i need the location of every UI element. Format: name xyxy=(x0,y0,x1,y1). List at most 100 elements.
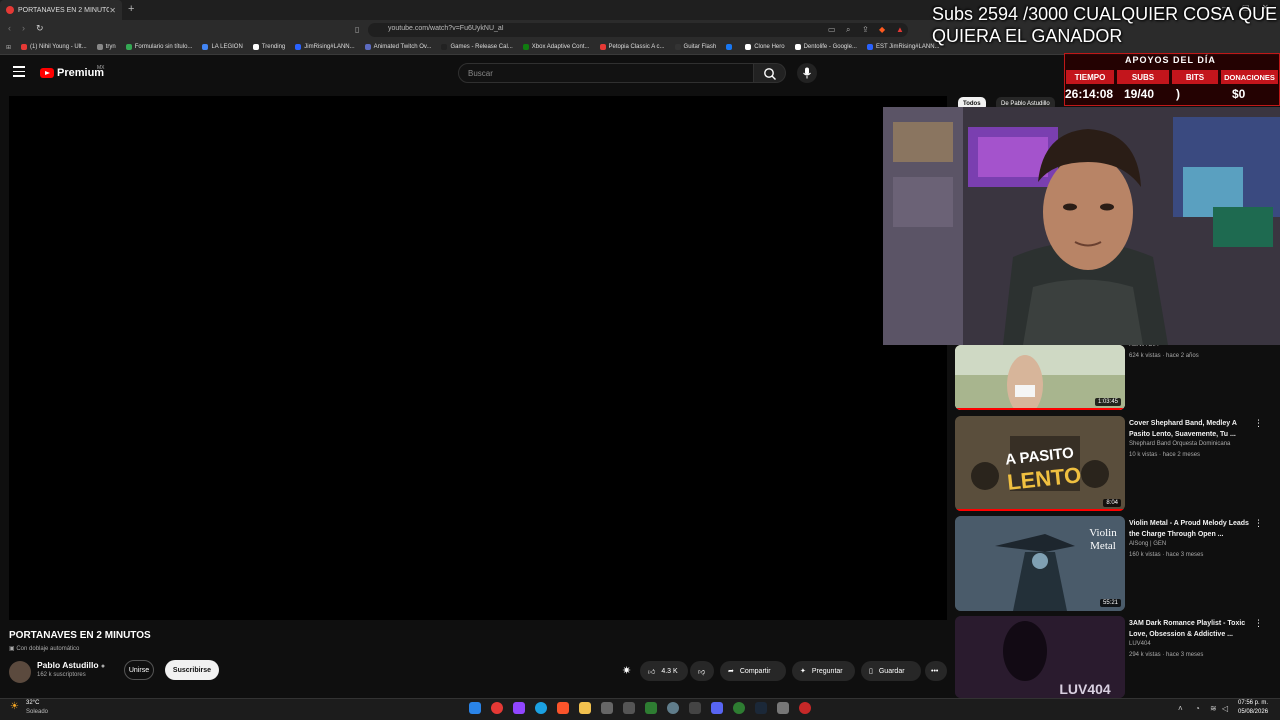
media-player-icon[interactable] xyxy=(689,702,701,714)
bookmark-item[interactable]: Formulario sin título... xyxy=(125,44,193,50)
app-icon-8[interactable] xyxy=(799,702,811,714)
bookmark-item[interactable]: JimRising#LANN... xyxy=(295,44,355,50)
steam-icon[interactable] xyxy=(755,702,767,714)
windows-taskbar xyxy=(0,698,1280,720)
twitch-icon[interactable] xyxy=(513,702,525,714)
country-code: MX xyxy=(97,65,105,71)
bookmark-item[interactable]: Xbox Adaptive Cont... xyxy=(522,44,590,50)
app-icon-3[interactable] xyxy=(623,702,635,714)
app-icon-1[interactable] xyxy=(491,702,503,714)
youtube-logo-icon[interactable] xyxy=(40,68,54,78)
forward-icon[interactable]: › xyxy=(22,23,25,33)
bookmark-item[interactable]: EST JimRising#LANN... xyxy=(866,44,940,50)
bookmark-item[interactable]: Games - Release Cal... xyxy=(441,44,513,50)
bookmark-item[interactable]: Clone Hero xyxy=(745,44,785,50)
bookmark-item[interactable]: Trending xyxy=(252,44,285,50)
address-bar[interactable]: youtube.com/watch?v=Fu6UykNU_aI xyxy=(368,23,908,37)
discord-icon[interactable] xyxy=(711,702,723,714)
app-icon-7[interactable] xyxy=(777,702,789,714)
video-duration: 8:04 xyxy=(1103,499,1121,507)
apps-grid-icon[interactable]: ⊞ xyxy=(6,44,11,51)
bookmark-label: Petopia Classic A c... xyxy=(608,44,665,50)
tray-icon-1[interactable]: ◔ xyxy=(1195,704,1200,713)
more-vertical-icon[interactable]: ⋮ xyxy=(1254,618,1263,629)
related-channel[interactable]: Shephard Band Orquesta Dominicana xyxy=(1129,441,1230,447)
cast-icon[interactable]: ▭ xyxy=(828,25,836,34)
bookmark-item[interactable]: Petopia Classic A c... xyxy=(599,44,665,50)
bookmark-item[interactable]: Animated Twitch Ov... xyxy=(364,44,431,50)
app-icon-4[interactable] xyxy=(645,702,657,714)
brave-icon[interactable] xyxy=(557,702,569,714)
search-button[interactable] xyxy=(754,63,786,83)
ask-button[interactable]: ✦ Preguntar xyxy=(792,661,855,681)
app-icon-2[interactable] xyxy=(601,702,613,714)
search-placeholder: Buscar xyxy=(468,69,493,78)
bookmark-item[interactable]: LA LEGION xyxy=(202,44,243,50)
dislike-button[interactable]: 👎︎ xyxy=(690,661,714,681)
app-icon-6[interactable] xyxy=(733,702,745,714)
subscribe-button[interactable]: Suscribirse xyxy=(165,660,219,680)
verified-icon: ● xyxy=(100,663,106,670)
bookmark-label: Games - Release Cal... xyxy=(450,44,513,50)
more-vertical-icon[interactable]: ⋮ xyxy=(1254,418,1263,429)
related-meta: 624 k vistas · hace 2 años xyxy=(1129,353,1199,359)
like-button[interactable]: 👍︎ 4.3 K xyxy=(640,661,688,681)
subscriber-count: 162 k suscriptores xyxy=(37,672,86,678)
clock-time[interactable]: 07:56 p. m. xyxy=(1238,700,1268,706)
menu-icon[interactable] xyxy=(13,66,25,80)
bookmark-item[interactable]: (1) Nihil Young - Ult... xyxy=(21,44,87,50)
channel-name[interactable]: Pablo Astudillo ● xyxy=(37,660,105,670)
edge-icon[interactable] xyxy=(535,702,547,714)
bookmark-item[interactable] xyxy=(726,44,735,50)
more-actions-button[interactable]: ••• xyxy=(925,661,947,681)
windows-start-icon[interactable] xyxy=(469,702,481,714)
search-input[interactable]: Buscar xyxy=(458,63,754,83)
join-button[interactable]: Unirse xyxy=(124,660,154,680)
save-button[interactable]: ▯ Guardar xyxy=(861,661,921,681)
wifi-icon[interactable]: ≋ xyxy=(1210,704,1217,713)
clock-date: 05/08/2026 xyxy=(1238,709,1269,715)
browser-tab[interactable]: PORTANAVES EN 2 MINUTOS ✕ xyxy=(0,0,122,20)
related-title[interactable]: Violin Metal - A Proud Melody Leads the … xyxy=(1129,518,1249,540)
video-duration: 1:03:45 xyxy=(1094,398,1121,406)
more-vertical-icon[interactable]: ⋮ xyxy=(1254,518,1263,529)
related-title[interactable]: 3AM Dark Romance Playlist - Toxic Love, … xyxy=(1129,618,1249,640)
bookmark-item[interactable]: tryn xyxy=(96,44,116,50)
volume-icon[interactable]: ◁ xyxy=(1222,704,1228,713)
sparkle-icon[interactable]: ✷ xyxy=(622,664,631,677)
weather-temperature[interactable]: 32°C xyxy=(26,700,39,706)
share-button[interactable]: ➦ Compartir xyxy=(720,661,786,681)
related-channel[interactable]: AlSong | GEN xyxy=(1129,541,1166,547)
related-thumbnail[interactable]: A PASITO LENTO 8:04 xyxy=(955,416,1125,511)
related-title[interactable]: Cover Shephard Band, Medley A Pasito Len… xyxy=(1129,418,1249,440)
app-icon-5[interactable] xyxy=(667,702,679,714)
bookmark-icon[interactable]: ▯ xyxy=(355,25,359,34)
bookmark-item[interactable]: Dentolife - Google... xyxy=(794,44,857,50)
brave-shield-icon[interactable]: ◆ xyxy=(879,25,885,34)
brave-rewards-icon[interactable]: ▲ xyxy=(896,25,904,34)
related-channel[interactable]: LUV404 xyxy=(1129,641,1151,647)
share-page-icon[interactable]: ⇪ xyxy=(862,25,869,34)
save-label: Guardar xyxy=(878,667,905,675)
voice-search-button[interactable] xyxy=(797,63,817,83)
related-thumbnail[interactable]: LUV404 xyxy=(955,616,1125,698)
file-explorer-icon[interactable] xyxy=(579,702,591,714)
channel-avatar[interactable] xyxy=(9,661,31,683)
streamer-camera-image xyxy=(883,107,1280,345)
back-icon[interactable]: ‹ xyxy=(8,23,11,33)
bookmark-label: Formulario sin título... xyxy=(134,44,193,50)
new-tab-icon[interactable]: + xyxy=(128,3,134,15)
stat-label-donations: DONACIONES xyxy=(1221,70,1278,84)
thumbnail-image: LUV404 xyxy=(955,616,1125,698)
bookmark-label: tryn xyxy=(105,44,116,50)
zoom-icon[interactable]: ⌕ xyxy=(846,25,850,35)
bookmark-item[interactable]: Guitar Flash xyxy=(674,44,716,50)
close-tab-icon[interactable]: ✕ xyxy=(109,6,116,15)
video-player[interactable] xyxy=(9,96,947,620)
dubbing-note: ▣ Con doblaje automático xyxy=(9,645,79,652)
reload-icon[interactable]: ↻ xyxy=(36,23,44,34)
tray-expand-icon[interactable]: ˄ xyxy=(1178,704,1183,713)
thumbnail-image: A PASITO LENTO xyxy=(955,416,1125,511)
related-thumbnail[interactable]: 1:03:45 xyxy=(955,345,1125,410)
related-thumbnail[interactable]: Violin Metal 55:21 xyxy=(955,516,1125,611)
